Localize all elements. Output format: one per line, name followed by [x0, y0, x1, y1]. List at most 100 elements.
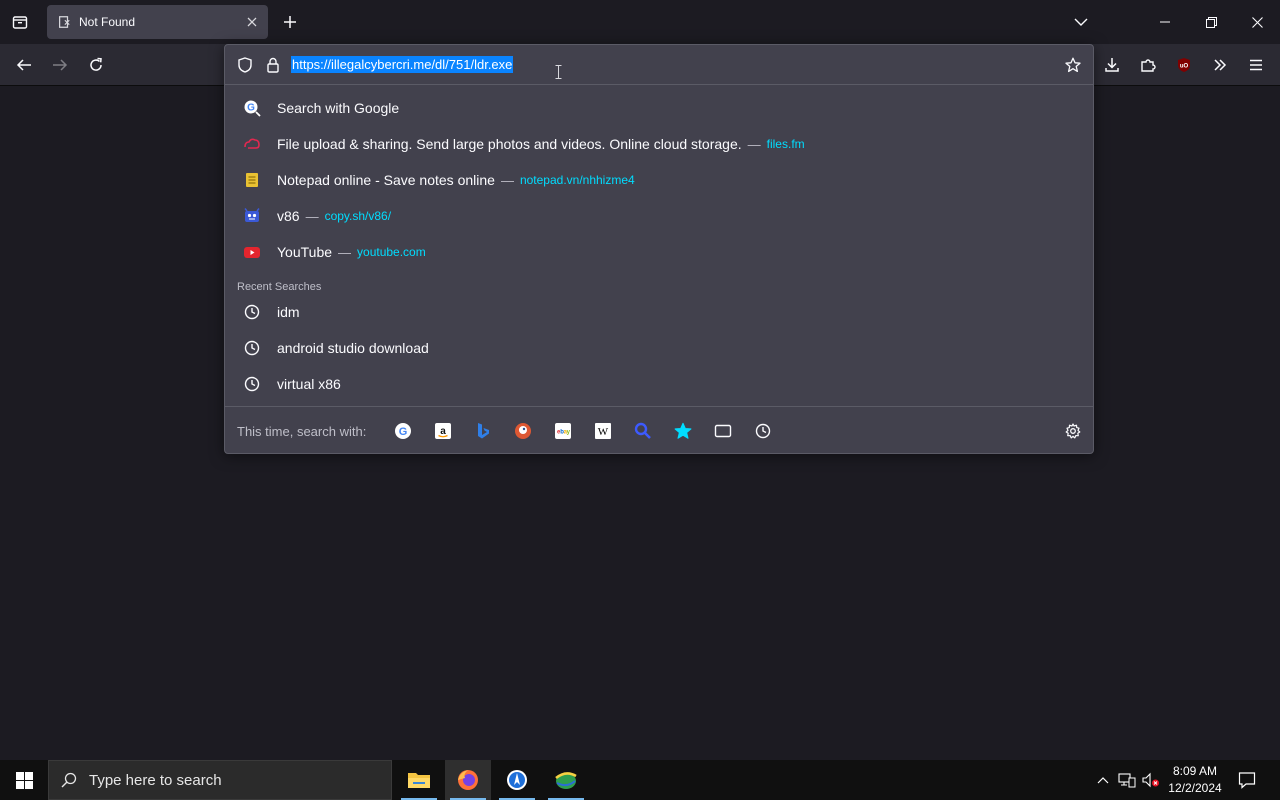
shield-icon [238, 57, 252, 73]
globe-download-icon [555, 772, 577, 789]
download-icon [1105, 58, 1119, 72]
engine-amazon-button[interactable]: a [433, 421, 453, 441]
svg-text:G: G [399, 426, 408, 438]
wikipedia-icon: W [595, 423, 611, 439]
duckduckgo-icon [515, 423, 531, 439]
history-clock-icon [755, 423, 771, 439]
reload-icon [90, 57, 102, 71]
clock-date: 12/2/2024 [1168, 781, 1222, 795]
search-history-button[interactable] [753, 421, 773, 441]
app-menu-button[interactable] [1240, 49, 1272, 81]
magnifier-icon [634, 422, 651, 439]
search-icon [61, 772, 77, 788]
taskbar-search-placeholder: Type here to search [89, 771, 222, 789]
taskbar-search-box[interactable]: Type here to search [48, 760, 392, 800]
arrow-left-icon [16, 59, 31, 71]
result-youtube[interactable]: YouTube — youtube.com [229, 234, 1089, 270]
restore-button[interactable] [1188, 0, 1234, 44]
ublock-origin-button[interactable]: uO [1168, 49, 1200, 81]
minimize-button[interactable] [1142, 0, 1188, 44]
v86-icon [243, 207, 261, 225]
result-title: YouTube [277, 244, 333, 260]
minimize-icon [1160, 21, 1170, 23]
search-bookmarks-button[interactable] [673, 421, 693, 441]
url-text: https://illegalcybercri.me/dl/751/ldr.ex… [291, 56, 514, 73]
page-error-icon [57, 14, 73, 30]
one-off-label: This time, search with: [237, 424, 367, 439]
result-title: Notepad online - Save notes online [277, 172, 495, 188]
notepad-icon [243, 171, 261, 189]
notification-icon [1238, 772, 1256, 789]
action-center-button[interactable] [1234, 768, 1260, 792]
filesfm-icon [243, 135, 261, 153]
new-tab-button[interactable] [276, 8, 304, 36]
svg-text:G: G [247, 103, 255, 114]
engine-ebay-button[interactable]: ebay [553, 421, 573, 441]
close-window-button[interactable] [1234, 0, 1280, 44]
svg-text:a: a [440, 426, 446, 437]
svg-text:W: W [598, 426, 609, 438]
recent-search-item[interactable]: virtual x86 [229, 366, 1089, 402]
engine-wikipedia-button[interactable]: W [593, 421, 613, 441]
start-button[interactable] [0, 760, 48, 800]
result-files-fm[interactable]: File upload & sharing. Send large photos… [229, 126, 1089, 162]
recent-search-text: virtual x86 [277, 376, 341, 392]
close-icon [1251, 16, 1263, 28]
app-taskbar-button[interactable] [494, 760, 540, 800]
engine-google-button[interactable]: G [393, 421, 413, 441]
chevron-down-icon [1074, 18, 1088, 26]
urlbar-popup: https://illegalcybercri.me/dl/751/ldr.ex… [224, 44, 1094, 454]
recent-search-text: android studio download [277, 340, 429, 356]
tracking-protection-button[interactable] [235, 55, 255, 75]
downloads-button[interactable] [1096, 49, 1128, 81]
amazon-icon: a [435, 423, 451, 439]
tab-not-found[interactable]: Not Found [47, 5, 268, 39]
recent-search-item[interactable]: android studio download [229, 330, 1089, 366]
folder-icon [408, 773, 430, 788]
list-all-tabs-button[interactable] [1066, 8, 1096, 36]
bookmark-star-button[interactable] [1063, 55, 1083, 75]
one-off-search-bar: This time, search with: G a ebay W [225, 406, 1093, 454]
tab-close-button[interactable] [240, 10, 264, 34]
firefox-view-button[interactable] [4, 6, 36, 38]
puzzle-icon [1141, 59, 1156, 72]
extensions-button[interactable] [1132, 49, 1164, 81]
google-search-icon: G [243, 99, 261, 117]
engine-search-button[interactable] [633, 421, 653, 441]
result-separator: — [305, 208, 319, 224]
firefox-icon [458, 770, 478, 790]
result-notepad-online[interactable]: Notepad online - Save notes online — not… [229, 162, 1089, 198]
youtube-icon [243, 243, 261, 261]
file-explorer-taskbar-button[interactable] [396, 760, 442, 800]
overflow-menu-button[interactable] [1204, 49, 1236, 81]
restore-icon [1205, 16, 1217, 28]
windows-logo-icon [15, 771, 33, 789]
result-v86[interactable]: v86 — copy.sh/v86/ [229, 198, 1089, 234]
tab-strip: Not Found [0, 0, 1280, 44]
network-tray-icon[interactable] [1117, 770, 1137, 790]
google-icon: G [395, 423, 411, 439]
text-cursor-icon [555, 65, 562, 79]
engine-duckduckgo-button[interactable] [513, 421, 533, 441]
urlbar: https://illegalcybercri.me/dl/751/ldr.ex… [225, 45, 1093, 85]
firefox-taskbar-button[interactable] [445, 760, 491, 800]
search-tabs-button[interactable] [713, 421, 733, 441]
recent-search-item[interactable]: idm [229, 294, 1089, 330]
back-button[interactable] [8, 49, 40, 81]
reload-button[interactable] [80, 49, 112, 81]
double-chevron-right-icon [1214, 59, 1227, 71]
gear-icon [1065, 423, 1081, 439]
url-input[interactable]: https://illegalcybercri.me/dl/751/ldr.ex… [291, 56, 514, 73]
system-clock[interactable]: 8:09 AM 12/2/2024 [1160, 763, 1230, 797]
show-hidden-icons-button[interactable] [1093, 770, 1113, 790]
lock-icon [267, 57, 279, 73]
result-search-with-google[interactable]: G Search with Google [229, 90, 1089, 126]
site-identity-button[interactable] [263, 55, 283, 75]
forward-button[interactable] [44, 49, 76, 81]
volume-tray-icon[interactable] [1141, 770, 1161, 790]
taskbar: Type here to search 8:09 AM 12/2/2024 [0, 760, 1280, 800]
download-manager-taskbar-button[interactable] [543, 760, 589, 800]
search-settings-button[interactable] [1063, 421, 1083, 441]
engine-bing-button[interactable] [473, 421, 493, 441]
result-separator: — [338, 244, 352, 260]
